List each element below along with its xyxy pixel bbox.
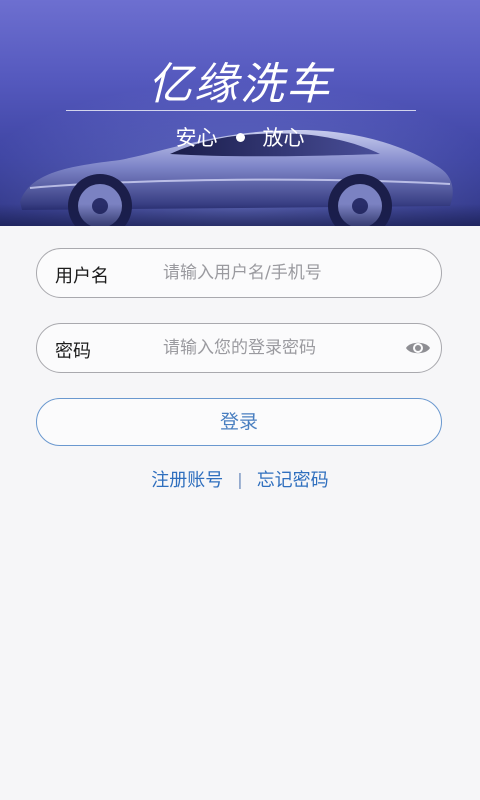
password-input[interactable] — [163, 334, 403, 362]
slogan-right: 放心 — [262, 126, 305, 150]
register-link[interactable]: 注册账号 — [151, 466, 223, 492]
username-label: 用户名 — [55, 266, 109, 287]
login-button[interactable]: 登录 — [36, 398, 442, 446]
slogan-dot-icon — [235, 132, 245, 142]
slogan: 安心 放心 — [0, 122, 480, 152]
password-label: 密码 — [55, 341, 91, 362]
app-title: 亿缘洗车 — [148, 59, 332, 110]
hero-banner: 亿缘洗车 安心 放心 — [0, 0, 480, 226]
title-divider — [66, 110, 416, 111]
forgot-password-link[interactable]: 忘记密码 — [257, 466, 329, 492]
username-input[interactable] — [163, 259, 403, 287]
link-separator: | — [237, 469, 243, 489]
password-field[interactable]: 密码 — [36, 323, 442, 373]
slogan-left: 安心 — [175, 126, 218, 150]
eye-icon[interactable] — [405, 337, 431, 359]
account-links: 注册账号 | 忘记密码 — [0, 466, 480, 492]
username-field[interactable]: 用户名 — [36, 248, 442, 298]
hero-ground — [0, 204, 480, 226]
